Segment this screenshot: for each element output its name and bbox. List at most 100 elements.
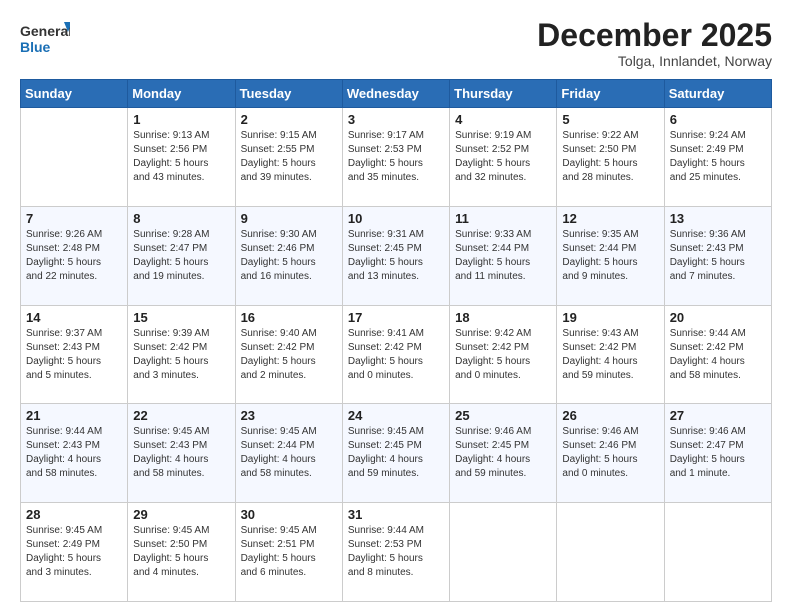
day-info: Sunrise: 9:37 AM Sunset: 2:43 PM Dayligh… bbox=[26, 327, 122, 383]
day-number: 20 bbox=[670, 310, 766, 325]
calendar-cell: 3 Sunrise: 9:17 AM Sunset: 2:53 PM Daylig… bbox=[342, 108, 449, 207]
calendar-week-1: 1Sunrise: 9:13 AM Sunset: 2:56 PM Daylig… bbox=[21, 108, 772, 207]
day-number: 13 bbox=[670, 211, 766, 226]
weekday-monday: Monday bbox=[128, 80, 235, 108]
calendar-cell: 2 Sunrise: 9:15 AM Sunset: 2:55 PM Daylig… bbox=[235, 108, 342, 207]
day-info: Sunrise: 9:46 AM Sunset: 2:46 PM Dayligh… bbox=[562, 425, 658, 481]
day-number: 29 bbox=[133, 507, 229, 522]
day-info: Sunrise: 9:35 AM Sunset: 2:44 PM Dayligh… bbox=[562, 228, 658, 284]
day-number: 8 bbox=[133, 211, 229, 226]
day-info: Sunrise: 9:42 AM Sunset: 2:42 PM Dayligh… bbox=[455, 327, 551, 383]
day-number: 23 bbox=[241, 408, 337, 423]
day-info: Sunrise: 9:22 AM Sunset: 2:50 PM Dayligh… bbox=[562, 129, 658, 185]
svg-text:General: General bbox=[20, 23, 70, 39]
calendar-cell: 10Sunrise: 9:31 AM Sunset: 2:45 PM Dayli… bbox=[342, 206, 449, 305]
calendar-cell: 23 Sunrise: 9:45 AM Sunset: 2:44 PM Dayli… bbox=[235, 404, 342, 503]
day-number: 24 bbox=[348, 408, 444, 423]
day-info: Sunrise: 9:44 AM Sunset: 2:43 PM Dayligh… bbox=[26, 425, 122, 481]
calendar-cell: 31Sunrise: 9:44 AM Sunset: 2:53 PM Dayli… bbox=[342, 503, 449, 602]
day-number: 7 bbox=[26, 211, 122, 226]
calendar-cell bbox=[664, 503, 771, 602]
svg-text:Blue: Blue bbox=[20, 39, 51, 55]
calendar-cell: 18Sunrise: 9:42 AM Sunset: 2:42 PM Dayli… bbox=[450, 305, 557, 404]
day-info: Sunrise: 9:46 AM Sunset: 2:47 PM Dayligh… bbox=[670, 425, 766, 481]
calendar-cell bbox=[557, 503, 664, 602]
day-number: 2 bbox=[241, 112, 337, 127]
day-number: 5 bbox=[562, 112, 658, 127]
calendar-week-3: 14Sunrise: 9:37 AM Sunset: 2:43 PM Dayli… bbox=[21, 305, 772, 404]
day-info: Sunrise: 9:46 AM Sunset: 2:45 PM Dayligh… bbox=[455, 425, 551, 481]
day-number: 12 bbox=[562, 211, 658, 226]
day-number: 19 bbox=[562, 310, 658, 325]
calendar-cell: 17 Sunrise: 9:41 AM Sunset: 2:42 PM Dayli… bbox=[342, 305, 449, 404]
day-number: 28 bbox=[26, 507, 122, 522]
day-info: Sunrise: 9:33 AM Sunset: 2:44 PM Dayligh… bbox=[455, 228, 551, 284]
weekday-friday: Friday bbox=[557, 80, 664, 108]
weekday-sunday: Sunday bbox=[21, 80, 128, 108]
calendar-cell: 7Sunrise: 9:26 AM Sunset: 2:48 PM Daylig… bbox=[21, 206, 128, 305]
calendar-table: SundayMondayTuesdayWednesdayThursdayFrid… bbox=[20, 79, 772, 602]
calendar-cell: 25 Sunrise: 9:46 AM Sunset: 2:45 PM Dayli… bbox=[450, 404, 557, 503]
day-info: Sunrise: 9:15 AM Sunset: 2:55 PM Dayligh… bbox=[241, 129, 337, 185]
day-info: Sunrise: 9:13 AM Sunset: 2:56 PM Dayligh… bbox=[133, 129, 229, 185]
weekday-saturday: Saturday bbox=[664, 80, 771, 108]
weekday-header-row: SundayMondayTuesdayWednesdayThursdayFrid… bbox=[21, 80, 772, 108]
calendar-cell: 26 Sunrise: 9:46 AM Sunset: 2:46 PM Dayli… bbox=[557, 404, 664, 503]
calendar-cell: 5 Sunrise: 9:22 AM Sunset: 2:50 PM Daylig… bbox=[557, 108, 664, 207]
calendar-cell: 30 Sunrise: 9:45 AM Sunset: 2:51 PM Dayli… bbox=[235, 503, 342, 602]
calendar-week-5: 28 Sunrise: 9:45 AM Sunset: 2:49 PM Dayli… bbox=[21, 503, 772, 602]
day-info: Sunrise: 9:45 AM Sunset: 2:43 PM Dayligh… bbox=[133, 425, 229, 481]
day-number: 26 bbox=[562, 408, 658, 423]
day-info: Sunrise: 9:40 AM Sunset: 2:42 PM Dayligh… bbox=[241, 327, 337, 383]
day-number: 21 bbox=[26, 408, 122, 423]
day-number: 27 bbox=[670, 408, 766, 423]
calendar-cell: 11Sunrise: 9:33 AM Sunset: 2:44 PM Dayli… bbox=[450, 206, 557, 305]
calendar-cell bbox=[21, 108, 128, 207]
calendar-cell: 22Sunrise: 9:45 AM Sunset: 2:43 PM Dayli… bbox=[128, 404, 235, 503]
day-info: Sunrise: 9:43 AM Sunset: 2:42 PM Dayligh… bbox=[562, 327, 658, 383]
day-info: Sunrise: 9:24 AM Sunset: 2:49 PM Dayligh… bbox=[670, 129, 766, 185]
day-info: Sunrise: 9:45 AM Sunset: 2:50 PM Dayligh… bbox=[133, 524, 229, 580]
day-info: Sunrise: 9:19 AM Sunset: 2:52 PM Dayligh… bbox=[455, 129, 551, 185]
calendar-cell: 8 Sunrise: 9:28 AM Sunset: 2:47 PM Daylig… bbox=[128, 206, 235, 305]
day-info: Sunrise: 9:39 AM Sunset: 2:42 PM Dayligh… bbox=[133, 327, 229, 383]
day-number: 25 bbox=[455, 408, 551, 423]
day-info: Sunrise: 9:41 AM Sunset: 2:42 PM Dayligh… bbox=[348, 327, 444, 383]
day-info: Sunrise: 9:44 AM Sunset: 2:42 PM Dayligh… bbox=[670, 327, 766, 383]
calendar-week-2: 7Sunrise: 9:26 AM Sunset: 2:48 PM Daylig… bbox=[21, 206, 772, 305]
calendar-cell: 29 Sunrise: 9:45 AM Sunset: 2:50 PM Dayli… bbox=[128, 503, 235, 602]
day-info: Sunrise: 9:28 AM Sunset: 2:47 PM Dayligh… bbox=[133, 228, 229, 284]
calendar-cell bbox=[450, 503, 557, 602]
day-number: 31 bbox=[348, 507, 444, 522]
day-info: Sunrise: 9:45 AM Sunset: 2:49 PM Dayligh… bbox=[26, 524, 122, 580]
day-number: 30 bbox=[241, 507, 337, 522]
calendar-cell: 16 Sunrise: 9:40 AM Sunset: 2:42 PM Dayli… bbox=[235, 305, 342, 404]
day-info: Sunrise: 9:17 AM Sunset: 2:53 PM Dayligh… bbox=[348, 129, 444, 185]
title-block: December 2025 Tolga, Innlandet, Norway bbox=[537, 18, 772, 69]
weekday-wednesday: Wednesday bbox=[342, 80, 449, 108]
calendar-cell: 20 Sunrise: 9:44 AM Sunset: 2:42 PM Dayli… bbox=[664, 305, 771, 404]
calendar-cell: 28 Sunrise: 9:45 AM Sunset: 2:49 PM Dayli… bbox=[21, 503, 128, 602]
weekday-tuesday: Tuesday bbox=[235, 80, 342, 108]
calendar-cell: 27 Sunrise: 9:46 AM Sunset: 2:47 PM Dayli… bbox=[664, 404, 771, 503]
day-number: 17 bbox=[348, 310, 444, 325]
calendar-cell: 21 Sunrise: 9:44 AM Sunset: 2:43 PM Dayli… bbox=[21, 404, 128, 503]
day-number: 16 bbox=[241, 310, 337, 325]
calendar-cell: 9 Sunrise: 9:30 AM Sunset: 2:46 PM Daylig… bbox=[235, 206, 342, 305]
day-info: Sunrise: 9:45 AM Sunset: 2:51 PM Dayligh… bbox=[241, 524, 337, 580]
day-info: Sunrise: 9:30 AM Sunset: 2:46 PM Dayligh… bbox=[241, 228, 337, 284]
day-number: 9 bbox=[241, 211, 337, 226]
day-info: Sunrise: 9:45 AM Sunset: 2:44 PM Dayligh… bbox=[241, 425, 337, 481]
calendar-cell: 4Sunrise: 9:19 AM Sunset: 2:52 PM Daylig… bbox=[450, 108, 557, 207]
weekday-thursday: Thursday bbox=[450, 80, 557, 108]
calendar-cell: 6Sunrise: 9:24 AM Sunset: 2:49 PM Daylig… bbox=[664, 108, 771, 207]
day-info: Sunrise: 9:36 AM Sunset: 2:43 PM Dayligh… bbox=[670, 228, 766, 284]
calendar-cell: 1Sunrise: 9:13 AM Sunset: 2:56 PM Daylig… bbox=[128, 108, 235, 207]
calendar-week-4: 21 Sunrise: 9:44 AM Sunset: 2:43 PM Dayli… bbox=[21, 404, 772, 503]
subtitle: Tolga, Innlandet, Norway bbox=[537, 53, 772, 69]
logo: General Blue bbox=[20, 18, 70, 60]
page: General Blue December 2025 Tolga, Innlan… bbox=[0, 0, 792, 612]
day-number: 3 bbox=[348, 112, 444, 127]
logo-svg: General Blue bbox=[20, 18, 70, 60]
day-number: 15 bbox=[133, 310, 229, 325]
